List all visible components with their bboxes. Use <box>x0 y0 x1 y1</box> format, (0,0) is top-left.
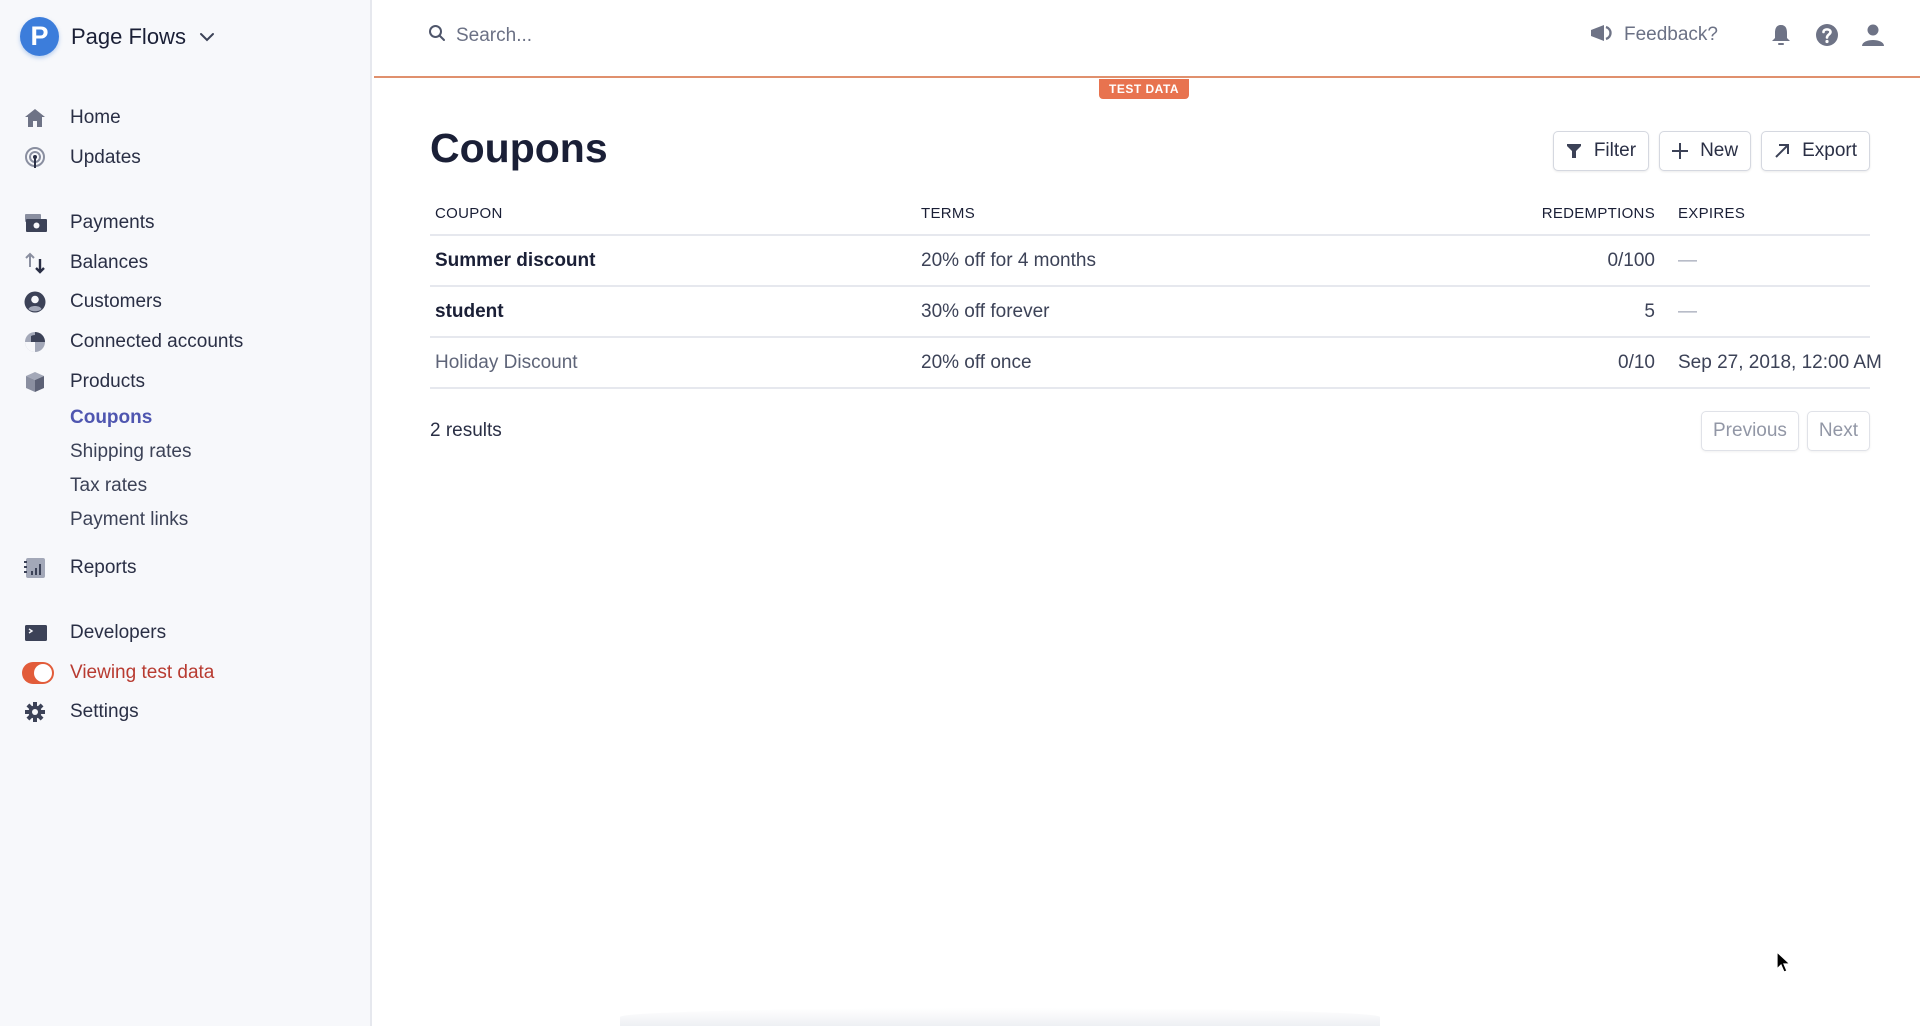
terminal-icon <box>24 620 54 646</box>
search-bar[interactable] <box>428 24 856 47</box>
coupon-redemptions: 5 <box>1644 300 1655 322</box>
customers-icon <box>24 289 54 315</box>
help-icon[interactable] <box>1814 22 1840 48</box>
pagination: Previous Next <box>1693 411 1870 451</box>
table-row[interactable]: student 30% off forever 5 — <box>430 287 1870 338</box>
test-data-badge: TEST DATA <box>1099 79 1190 99</box>
sidebar-subitem-tax-rates[interactable]: Tax rates <box>70 472 147 500</box>
next-page-button[interactable]: Next <box>1806 411 1870 451</box>
mouse-cursor-icon <box>1776 950 1792 975</box>
sidebar-item-settings[interactable]: Settings <box>24 696 139 728</box>
feedback-button[interactable]: Feedback? <box>1590 23 1718 48</box>
sidebar-subitem-payment-links[interactable]: Payment links <box>70 506 188 534</box>
gear-icon <box>24 699 54 725</box>
page-actions: Filter New Export <box>1543 131 1870 171</box>
table-row[interactable]: Holiday Discount 20% off once 0/10 Sep 2… <box>430 338 1882 389</box>
column-header-coupon[interactable]: COUPON <box>430 205 921 222</box>
column-header-redemptions[interactable]: REDEMPTIONS <box>1455 205 1655 222</box>
coupon-redemptions: 0/10 <box>1618 351 1655 373</box>
sidebar-item-reports[interactable]: Reports <box>24 552 137 584</box>
export-arrow-icon <box>1772 141 1792 161</box>
sidebar-subitem-coupons[interactable]: Coupons <box>70 404 152 432</box>
export-button[interactable]: Export <box>1761 131 1870 171</box>
plus-icon <box>1670 141 1690 161</box>
sidebar-item-updates[interactable]: Updates <box>24 142 141 174</box>
reports-icon <box>24 555 54 581</box>
previous-page-button[interactable]: Previous <box>1701 411 1799 451</box>
payments-icon <box>24 210 54 236</box>
toggle-switch <box>22 660 54 686</box>
column-header-expires[interactable]: EXPIRES <box>1655 205 1870 222</box>
coupon-expires: — <box>1678 249 1697 271</box>
sidebar: P Page Flows Home Updates Payments Balan… <box>0 0 372 1026</box>
coupon-terms: 30% off forever <box>921 300 1050 322</box>
sidebar-subitem-shipping-rates[interactable]: Shipping rates <box>70 438 191 466</box>
brand-logo: P <box>20 17 59 56</box>
coupon-expires: — <box>1678 300 1697 322</box>
search-input[interactable] <box>456 24 856 47</box>
account-switcher[interactable]: P Page Flows <box>20 17 216 56</box>
sidebar-item-products[interactable]: Products <box>24 366 145 398</box>
user-account-icon[interactable] <box>1860 22 1886 48</box>
balances-icon <box>24 250 54 276</box>
coupons-table: COUPON TERMS REDEMPTIONS EXPIRES Summer … <box>430 192 1882 389</box>
new-coupon-button[interactable]: New <box>1659 131 1752 171</box>
page-title: Coupons <box>430 125 608 171</box>
sidebar-item-customers[interactable]: Customers <box>24 286 162 318</box>
home-icon <box>24 105 54 131</box>
results-count: 2 results <box>430 420 502 441</box>
sidebar-item-balances[interactable]: Balances <box>24 247 148 279</box>
coupon-terms: 20% off once <box>921 351 1032 373</box>
coupon-name: Holiday Discount <box>435 351 578 373</box>
column-header-terms[interactable]: TERMS <box>921 205 1455 222</box>
coupon-name: Summer discount <box>435 249 596 271</box>
sidebar-item-developers[interactable]: Developers <box>24 617 166 649</box>
coupon-expires: Sep 27, 2018, 12:00 AM <box>1678 351 1882 373</box>
megaphone-icon <box>1590 23 1614 48</box>
sidebar-item-home[interactable]: Home <box>24 102 121 134</box>
test-mode-toggle[interactable]: Viewing test data <box>22 657 214 689</box>
bell-icon[interactable] <box>1768 22 1794 48</box>
table-header: COUPON TERMS REDEMPTIONS EXPIRES <box>430 192 1870 236</box>
connected-accounts-icon <box>24 329 54 355</box>
top-bar: Feedback? <box>374 0 1920 78</box>
updates-icon <box>24 145 54 171</box>
coupon-terms: 20% off for 4 months <box>921 249 1096 271</box>
coupon-name: student <box>435 300 504 322</box>
filter-button[interactable]: Filter <box>1552 131 1650 171</box>
filter-icon <box>1564 141 1584 161</box>
chevron-down-icon <box>198 28 216 46</box>
sidebar-item-payments[interactable]: Payments <box>24 207 154 239</box>
bottom-shadow <box>620 1008 1380 1026</box>
table-row[interactable]: Summer discount 20% off for 4 months 0/1… <box>430 236 1870 287</box>
sidebar-item-connected-accounts[interactable]: Connected accounts <box>24 326 243 358</box>
coupon-redemptions: 0/100 <box>1607 249 1655 271</box>
test-mode-switch[interactable] <box>22 662 54 684</box>
account-name: Page Flows <box>71 23 186 49</box>
search-icon <box>428 24 446 47</box>
products-icon <box>24 369 54 395</box>
